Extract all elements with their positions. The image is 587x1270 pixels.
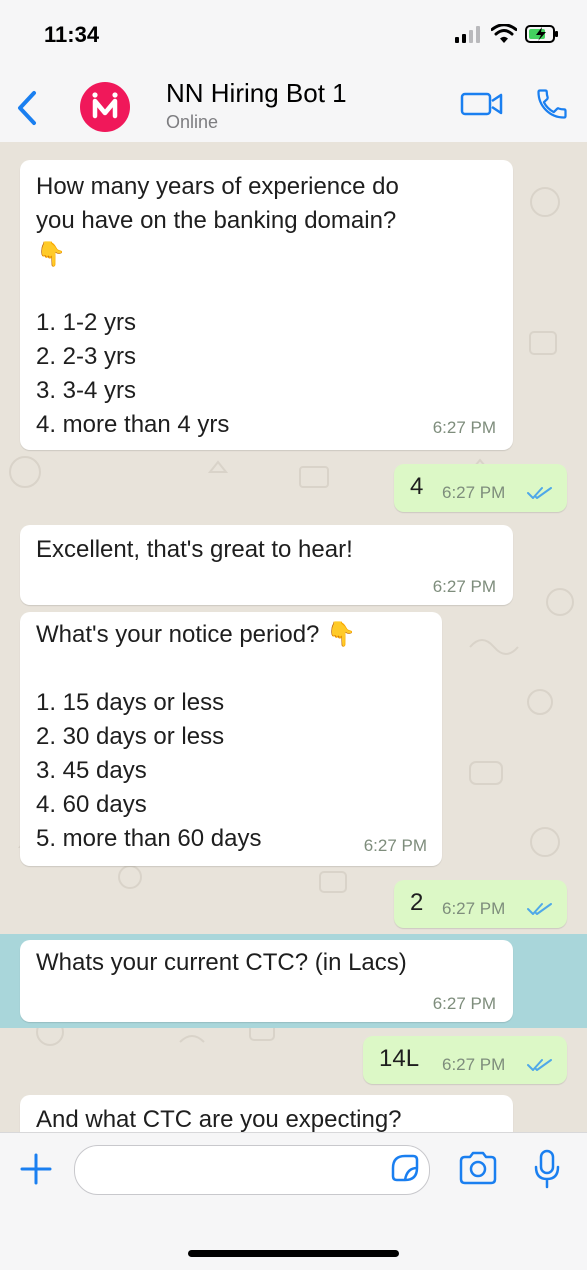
message-text: Excellent, that's great to hear!: [36, 536, 353, 563]
phone-call-icon[interactable]: [534, 86, 570, 122]
message-time: 6:27 PM: [432, 418, 496, 437]
status-icons: [455, 24, 559, 44]
message-text: 4: [410, 473, 424, 500]
message-time: 6:27 PM: [432, 994, 496, 1013]
read-receipt-icon: [527, 903, 552, 915]
message-time: 6:27 PM: [442, 1055, 506, 1074]
outgoing-message[interactable]: 2 6:27 PM: [394, 880, 567, 928]
video-call-icon[interactable]: [460, 90, 504, 118]
outgoing-message[interactable]: 4 6:27 PM: [394, 464, 567, 512]
signal-icon: [455, 26, 480, 43]
message-text: How many years of experience do you have…: [36, 173, 399, 438]
message-time: 6:27 PM: [442, 899, 506, 918]
sticker-icon[interactable]: [390, 1153, 420, 1183]
message-text: What's your notice period? 👇 1. 15 days …: [36, 621, 356, 852]
chat-status: Online: [166, 112, 219, 132]
incoming-message[interactable]: And what CTC are you expecting?: [20, 1095, 513, 1132]
bot-logo-icon: [92, 92, 118, 119]
avatar[interactable]: [80, 82, 130, 132]
message-text: 2: [410, 889, 424, 916]
status-bar: 11:34: [0, 0, 587, 70]
battery-icon: [525, 25, 558, 43]
status-time: 11:34: [44, 22, 100, 47]
incoming-message[interactable]: What's your notice period? 👇 1. 15 days …: [20, 612, 442, 866]
message-text: 14L: [379, 1045, 420, 1072]
message-input[interactable]: [74, 1145, 430, 1195]
camera-icon[interactable]: [458, 1151, 498, 1185]
chat-header: NN Hiring Bot 1 Online: [0, 70, 587, 142]
outgoing-message[interactable]: 14L 6:27 PM: [363, 1036, 567, 1084]
incoming-message[interactable]: Whats your current CTC? (in Lacs) 6:27 P…: [20, 940, 513, 1022]
chat-title[interactable]: NN Hiring Bot 1: [166, 78, 347, 109]
message-text: Whats your current CTC? (in Lacs): [36, 949, 407, 976]
wifi-icon: [491, 24, 517, 43]
incoming-message[interactable]: Excellent, that's great to hear! 6:27 PM: [20, 525, 513, 605]
home-indicator: [188, 1250, 399, 1257]
message-input-bar: [0, 1132, 587, 1270]
back-chevron-icon[interactable]: [10, 88, 46, 128]
message-time: 6:27 PM: [442, 483, 506, 502]
plus-icon[interactable]: [18, 1151, 54, 1187]
message-time: 6:27 PM: [363, 836, 427, 855]
incoming-message[interactable]: How many years of experience do you have…: [20, 160, 513, 450]
read-receipt-icon: [527, 1059, 552, 1071]
message-time: 6:27 PM: [432, 577, 496, 596]
read-receipt-icon: [527, 487, 552, 499]
mic-icon[interactable]: [534, 1149, 560, 1189]
chat-area[interactable]: How many years of experience do you have…: [0, 142, 587, 1132]
message-text: And what CTC are you expecting?: [36, 1106, 402, 1132]
